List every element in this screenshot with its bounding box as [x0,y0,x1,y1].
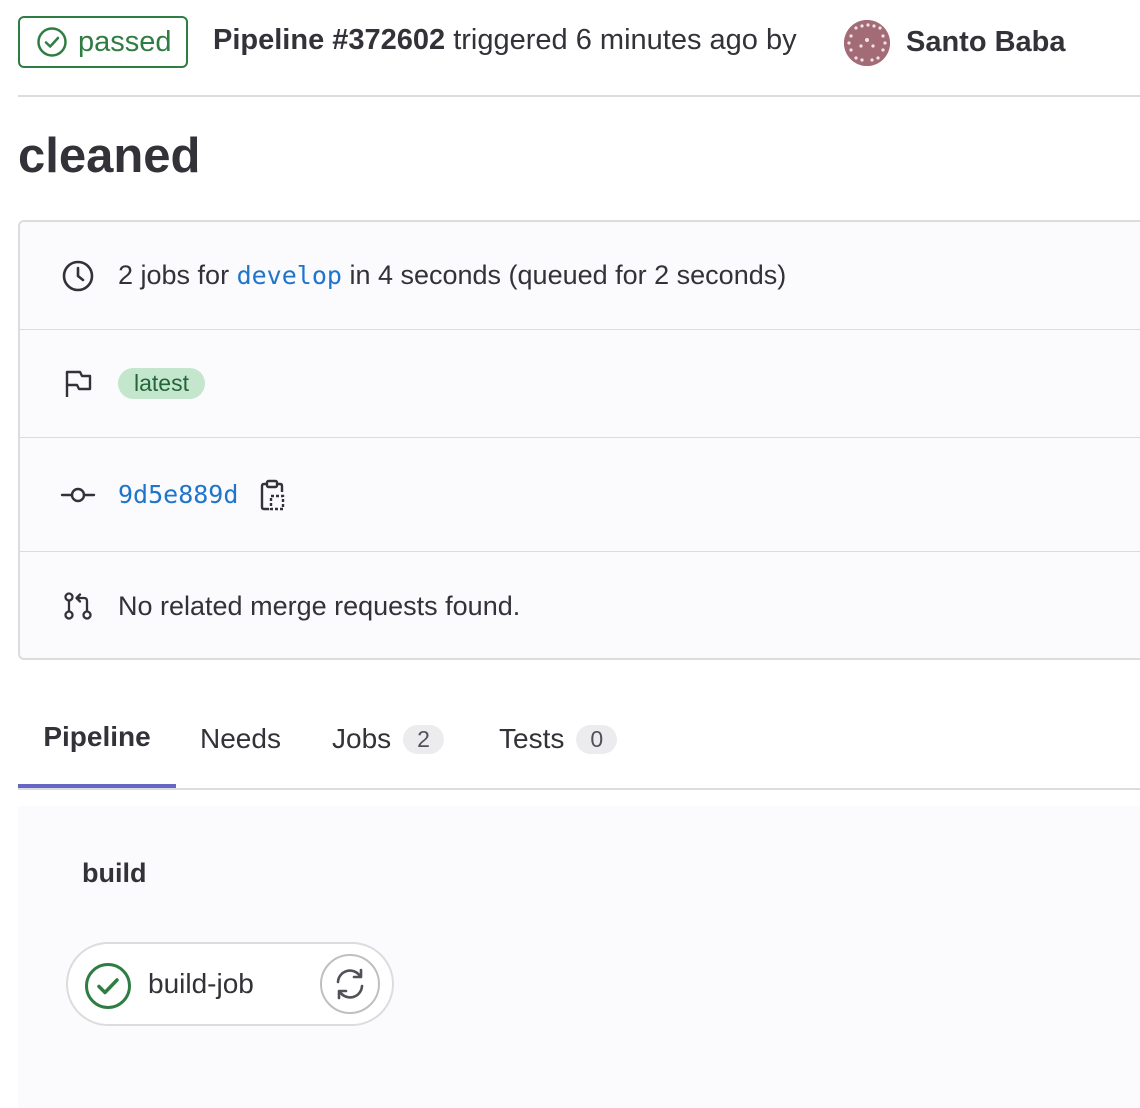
tab-jobs[interactable]: Jobs 2 [332,690,444,788]
tab-label: Tests [499,723,565,754]
latest-badge: latest [118,368,205,399]
copy-to-clipboard-icon[interactable] [258,479,286,511]
tests-count-badge: 0 [576,724,618,754]
author-name[interactable]: Santo Baba [906,26,1066,59]
tab-needs[interactable]: Needs [200,690,281,788]
avatar[interactable] [844,20,890,66]
tab-tests[interactable]: Tests 0 [499,690,618,788]
jobs-duration: in 4 seconds (queued for 2 seconds) [349,260,787,290]
merge-requests-text: No related merge requests found. [118,590,521,621]
jobs-prefix: 2 jobs for [118,260,230,290]
flag-icon [60,366,96,402]
tab-label: Jobs [332,723,392,754]
tab-label: Pipeline [43,721,151,752]
pipeline-graph: build build-job [18,806,1140,1108]
success-status-icon [84,962,132,1015]
commit-sha-link[interactable]: 9d5e889d [118,480,238,509]
commit-icon [60,477,96,513]
tab-label: Needs [200,723,281,754]
merge-requests-row: No related merge requests found. [20,552,1140,660]
tags-row: latest [20,330,1140,438]
status-label: passed [78,25,172,58]
branch-link[interactable]: develop [237,261,342,290]
pipeline-trigger-info: Pipeline #372602 triggered 6 minutes ago… [213,24,797,57]
pipeline-info-box: 2 jobs for develop in 4 seconds (queued … [18,220,1140,660]
tab-pipeline[interactable]: Pipeline [18,690,176,788]
status-badge[interactable]: passed [18,16,188,68]
clock-icon [60,258,96,294]
commit-row: 9d5e889d [20,438,1140,552]
page-title: cleaned [18,129,201,183]
job-name[interactable]: build-job [148,968,254,1000]
pipeline-id: Pipeline #372602 [213,24,446,56]
check-circle-icon [37,27,67,57]
pipeline-tabs: Pipeline Needs Jobs 2 Tests 0 [18,690,1140,790]
pipeline-header: passed Pipeline #372602 triggered 6 minu… [18,0,1140,97]
retry-icon [336,968,364,1000]
stage-title: build [82,858,147,888]
retry-button[interactable] [320,954,380,1014]
jobs-count-badge: 2 [403,724,444,754]
merge-request-icon [60,588,96,624]
job-item[interactable]: build-job [66,942,394,1026]
jobs-summary-row: 2 jobs for develop in 4 seconds (queued … [20,222,1140,330]
trigger-text: triggered 6 minutes ago by [453,24,797,56]
